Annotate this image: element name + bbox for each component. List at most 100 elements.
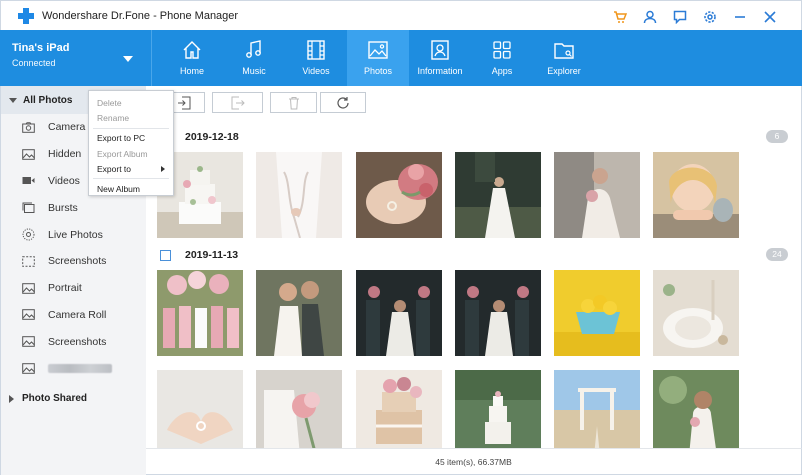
- sidebar-item-label: Bursts: [48, 201, 78, 214]
- menu-divider: [93, 127, 169, 129]
- photo-thumbnail[interactable]: [653, 152, 739, 238]
- cart-icon[interactable]: [605, 7, 635, 27]
- menu-item-new-album[interactable]: New Album: [89, 181, 173, 197]
- sidebar-item-portrait[interactable]: Portrait: [1, 275, 146, 302]
- group-count-badge: 24: [766, 248, 788, 261]
- menu-item-export-album[interactable]: Export Album: [89, 146, 173, 162]
- tab-photos-label: Photos: [363, 66, 393, 76]
- tab-photos[interactable]: Photos: [347, 30, 409, 86]
- submenu-arrow-icon: [161, 166, 165, 173]
- tab-home-label: Home: [179, 66, 204, 76]
- menu-item-export-to-label: Export to: [97, 164, 132, 175]
- tab-music[interactable]: Music: [223, 30, 285, 86]
- tab-home[interactable]: Home: [161, 30, 223, 86]
- close-icon[interactable]: [755, 7, 785, 27]
- photo-thumbnail[interactable]: [356, 152, 442, 238]
- feedback-icon[interactable]: [665, 7, 695, 27]
- sidebar-item-label: Live Photos: [48, 228, 103, 241]
- gear-icon[interactable]: [695, 7, 725, 27]
- tab-explorer-label: Explorer: [547, 66, 581, 76]
- group-header: 2019-12-18 6: [160, 129, 790, 145]
- group-checkbox[interactable]: [160, 249, 171, 261]
- photo-thumbnail[interactable]: [356, 270, 442, 356]
- sidebar-item-screenshots-album[interactable]: Screenshots: [1, 328, 146, 355]
- app-logo-icon: [18, 7, 34, 24]
- toolbar: [146, 90, 802, 114]
- photo-thumbnail[interactable]: [653, 270, 739, 356]
- tab-videos[interactable]: Videos: [285, 30, 347, 86]
- stacked-photos-icon: [21, 202, 35, 214]
- chevron-down-icon[interactable]: [9, 97, 17, 103]
- sidebar-item-label: Screenshots: [48, 335, 107, 348]
- chevron-down-icon[interactable]: [123, 56, 133, 62]
- minimize-icon[interactable]: [725, 7, 755, 27]
- sidebar-item-label: Portrait: [48, 282, 82, 295]
- image-icon: [21, 309, 35, 321]
- export-button[interactable]: [212, 92, 263, 113]
- chevron-right-icon[interactable]: [9, 394, 14, 403]
- photo-thumbnail[interactable]: [455, 152, 541, 238]
- sidebar-item-blurred-album[interactable]: [1, 355, 146, 382]
- sidebar-item-live-photos[interactable]: Live Photos: [1, 221, 146, 248]
- tab-explorer[interactable]: Explorer: [533, 30, 595, 86]
- photo-thumbnail[interactable]: [256, 270, 342, 356]
- music-icon: [246, 40, 261, 58]
- sidebar-item-label: Videos: [48, 174, 80, 187]
- home-icon: [183, 41, 201, 59]
- import-icon: [177, 96, 190, 109]
- camera-icon: [21, 121, 35, 133]
- menu-item-export-to-pc[interactable]: Export to PC: [89, 130, 173, 146]
- photo-thumbnail[interactable]: [554, 152, 640, 238]
- sidebar-item-label: Camera: [48, 121, 86, 134]
- sidebar-item-label: Screenshots: [48, 255, 107, 268]
- status-bar: 45 item(s), 66.37MB: [146, 448, 802, 475]
- menu-item-delete[interactable]: Delete: [89, 95, 173, 111]
- menu-item-rename[interactable]: Rename: [89, 111, 173, 127]
- tab-information[interactable]: Information: [409, 30, 471, 86]
- photo-thumbnail[interactable]: [256, 152, 342, 238]
- sidebar-item-label: Camera Roll: [48, 308, 107, 321]
- sidebar-item-screenshots[interactable]: Screenshots: [1, 248, 146, 275]
- delete-button[interactable]: [270, 92, 317, 113]
- blurred-album-name: [48, 364, 112, 374]
- menu-item-export-to[interactable]: Export to: [89, 161, 173, 177]
- photo-browser: 2019-12-18 6 2019-11-13 24: [146, 86, 802, 456]
- sidebar-footer-label: Photo Shared: [22, 393, 88, 405]
- photo-thumbnail[interactable]: [554, 370, 640, 456]
- photo-thumbnail[interactable]: [157, 370, 243, 456]
- image-icon: [21, 336, 35, 348]
- refresh-button[interactable]: [320, 92, 366, 113]
- refresh-icon: [337, 96, 349, 109]
- trash-icon: [288, 96, 299, 109]
- apps-grid-icon: [493, 41, 511, 59]
- status-summary: 45 item(s), 66.37MB: [435, 456, 512, 467]
- image-icon: [21, 363, 35, 375]
- menu-divider: [93, 178, 169, 180]
- contact-card-icon: [431, 40, 449, 60]
- sidebar-header-label: All Photos: [23, 94, 73, 106]
- photo-thumbnail[interactable]: [157, 270, 243, 356]
- photo-thumbnail[interactable]: [356, 370, 442, 456]
- photo-thumbnail[interactable]: [554, 270, 640, 356]
- device-name: Tina's iPad: [12, 42, 70, 54]
- hidden-image-icon: [21, 148, 35, 160]
- user-icon[interactable]: [635, 7, 665, 27]
- group-header: 2019-11-13 24: [160, 247, 790, 263]
- sidebar-item-bursts[interactable]: Bursts: [1, 194, 146, 221]
- screenshot-icon: [21, 255, 35, 267]
- tab-apps-label: Apps: [491, 66, 513, 76]
- photo-thumbnail[interactable]: [455, 270, 541, 356]
- sidebar-photo-shared[interactable]: Photo Shared: [1, 386, 146, 412]
- top-navigation: Tina's iPad Connected Home Music Videos …: [0, 30, 802, 86]
- photo-thumbnail[interactable]: [256, 370, 342, 456]
- device-selector[interactable]: Tina's iPad Connected: [0, 30, 152, 86]
- photo-thumbnail[interactable]: [653, 370, 739, 456]
- film-icon: [307, 40, 325, 60]
- photo-thumbnail[interactable]: [455, 370, 541, 456]
- group-count-badge: 6: [766, 130, 788, 143]
- folder-icon: [554, 43, 574, 59]
- group-date: 2019-11-13: [185, 249, 239, 261]
- tab-videos-label: Videos: [302, 66, 330, 76]
- tab-apps[interactable]: Apps: [471, 30, 533, 86]
- sidebar-item-camera-roll[interactable]: Camera Roll: [1, 302, 146, 329]
